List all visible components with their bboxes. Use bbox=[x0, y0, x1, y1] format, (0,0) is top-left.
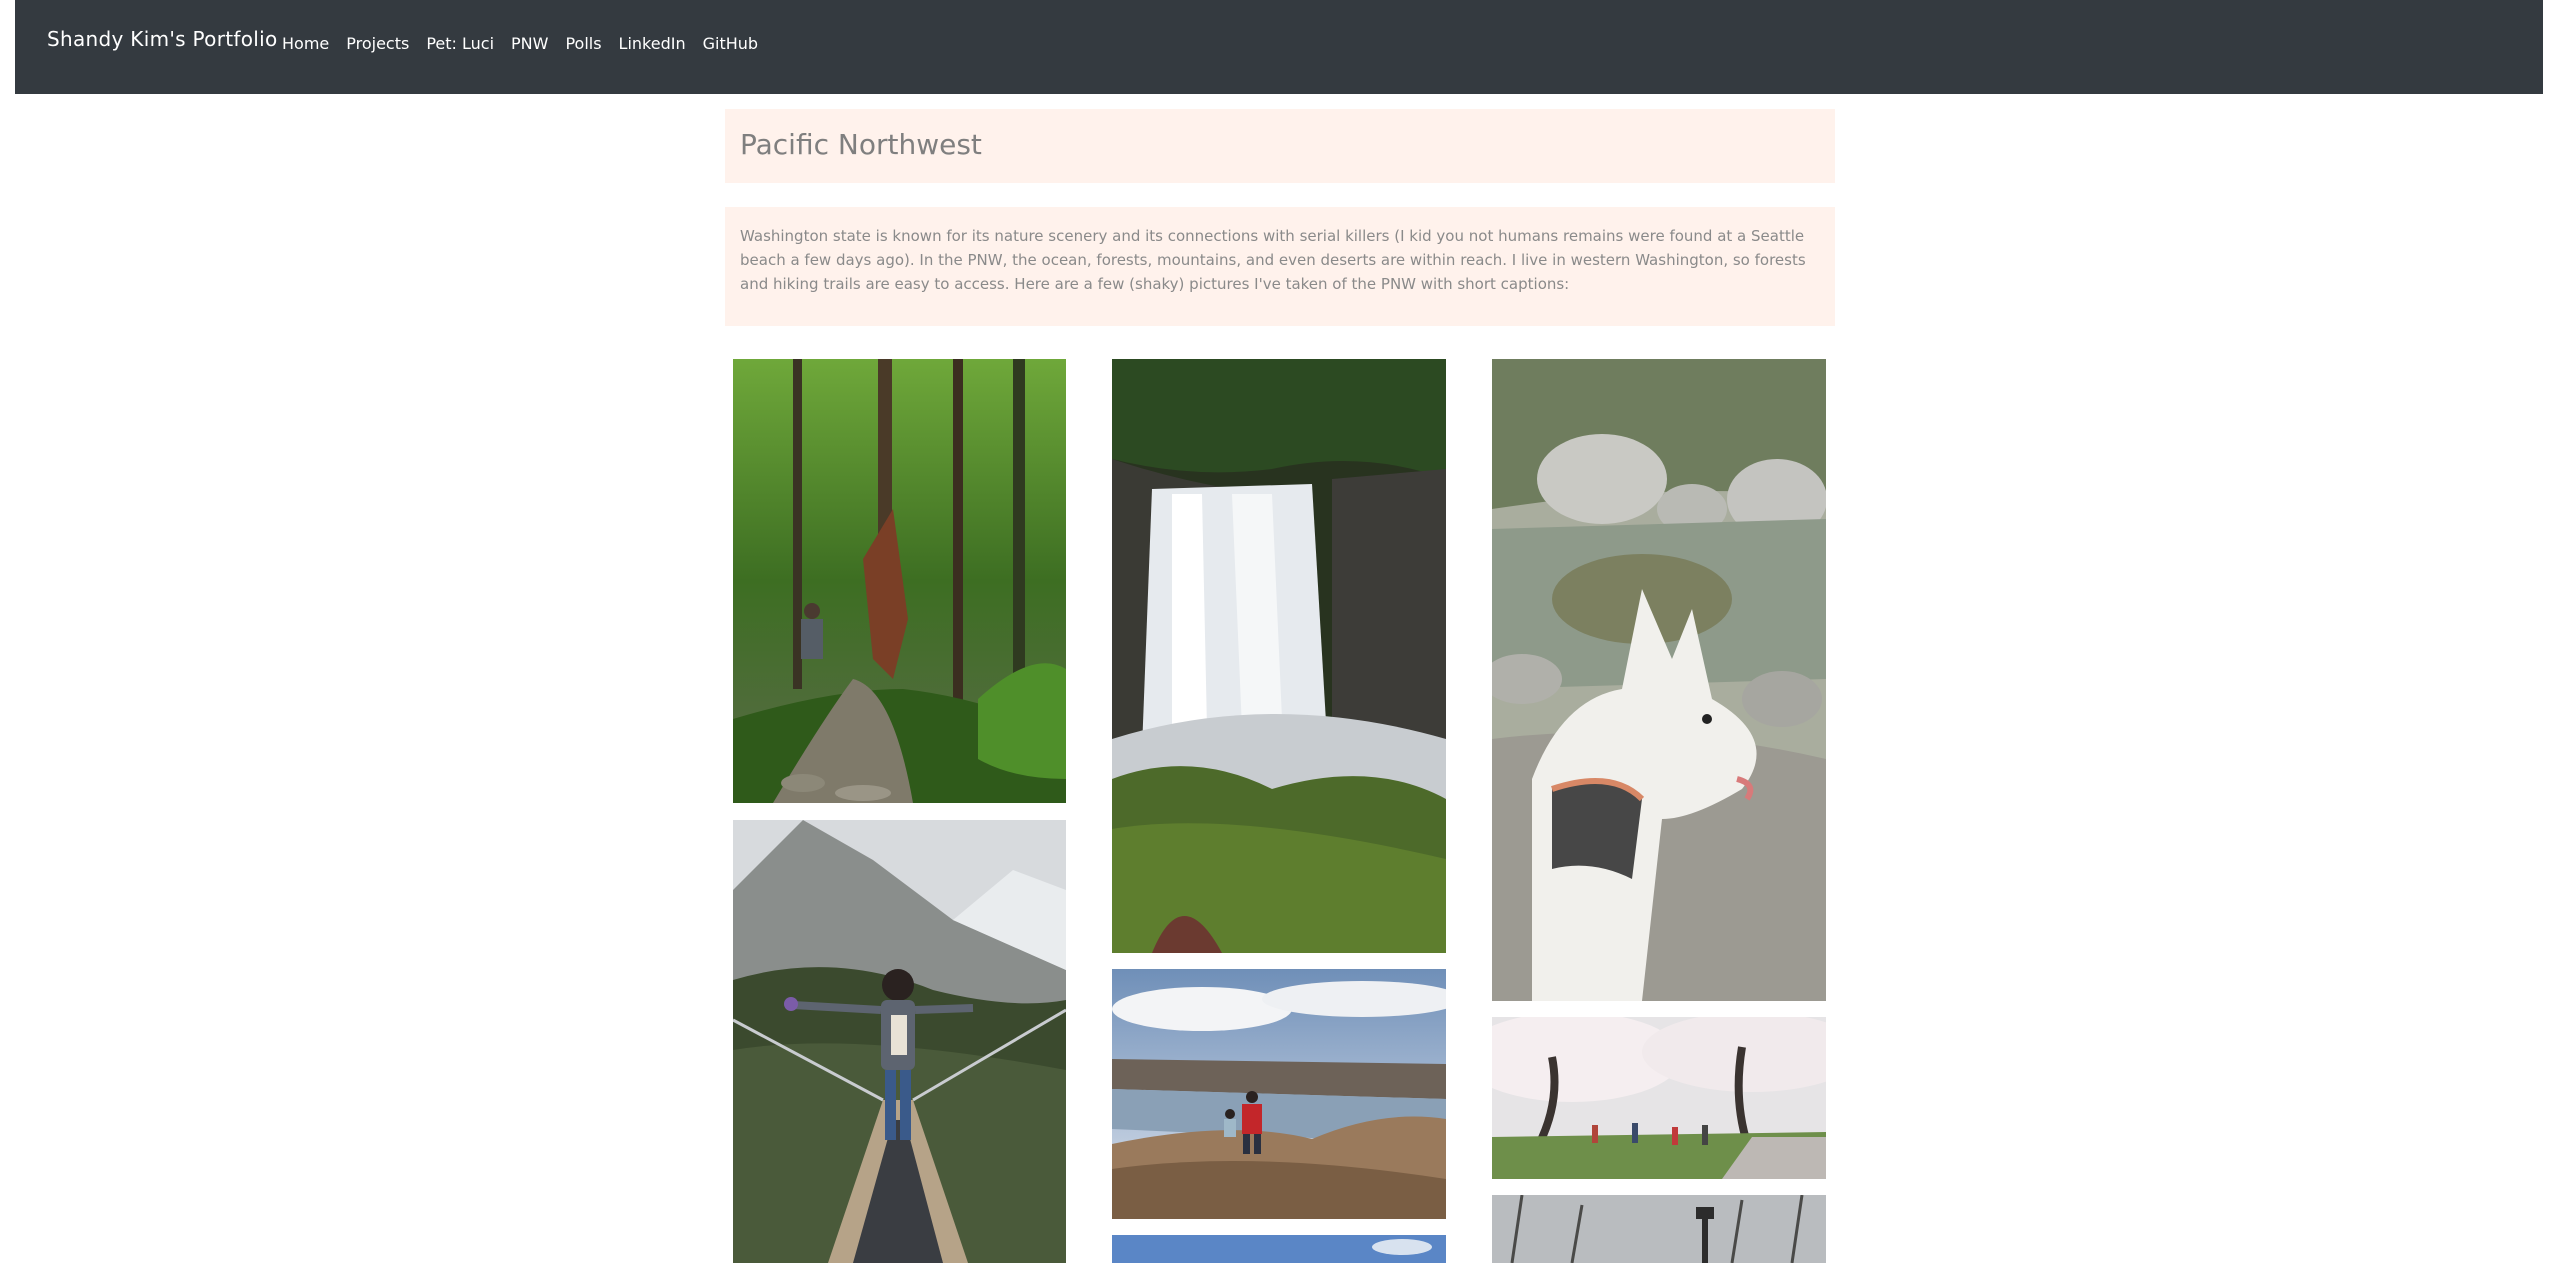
brand-link[interactable]: Shandy Kim's Portfolio bbox=[47, 27, 278, 51]
photo-cherry-blossom-quad bbox=[1492, 1017, 1826, 1179]
photo-forest-trail-hiker bbox=[733, 359, 1066, 803]
photo-white-husky-dog bbox=[1492, 359, 1826, 1001]
nav-link-github[interactable]: GitHub bbox=[703, 34, 758, 53]
photo-river-cliff-overlook bbox=[1112, 969, 1446, 1219]
nav-link-pet-luci[interactable]: Pet: Luci bbox=[426, 34, 494, 53]
page-title-panel: Pacific Northwest bbox=[725, 109, 1835, 183]
nav-link-home[interactable]: Home bbox=[282, 34, 329, 53]
top-navbar: Shandy Kim's Portfolio Home Projects Pet… bbox=[15, 0, 2543, 94]
nav-links: Home Projects Pet: Luci PNW Polls Linked… bbox=[282, 34, 775, 53]
nav-link-linkedin[interactable]: LinkedIn bbox=[619, 34, 686, 53]
photo-waterfall bbox=[1112, 359, 1446, 953]
photo-blue-sky-landscape bbox=[1112, 1235, 1446, 1263]
photo-winter-park-lamp bbox=[1492, 1195, 1826, 1263]
nav-link-pnw[interactable]: PNW bbox=[511, 34, 548, 53]
nav-link-polls[interactable]: Polls bbox=[565, 34, 601, 53]
nav-link-projects[interactable]: Projects bbox=[346, 34, 409, 53]
intro-panel: Washington state is known for its nature… bbox=[725, 207, 1835, 326]
page-title: Pacific Northwest bbox=[740, 128, 982, 161]
intro-text: Washington state is known for its nature… bbox=[740, 227, 1806, 293]
photo-suspension-bridge-person bbox=[733, 820, 1066, 1263]
